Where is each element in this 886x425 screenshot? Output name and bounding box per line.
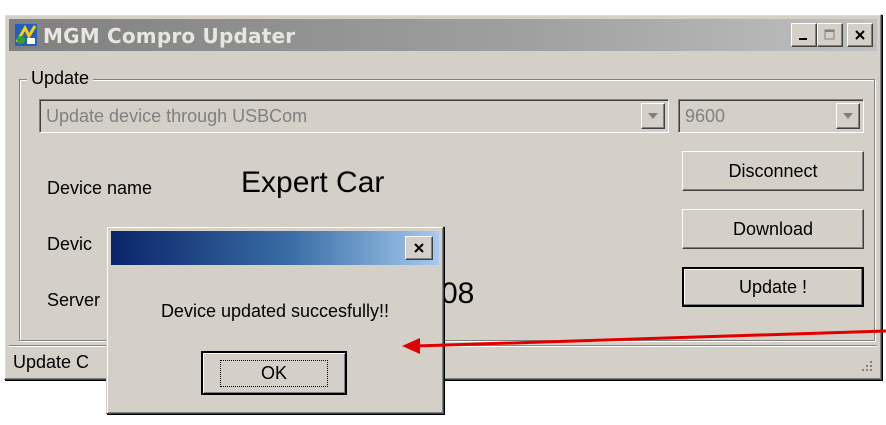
annotation-arrow-icon [402, 329, 886, 354]
